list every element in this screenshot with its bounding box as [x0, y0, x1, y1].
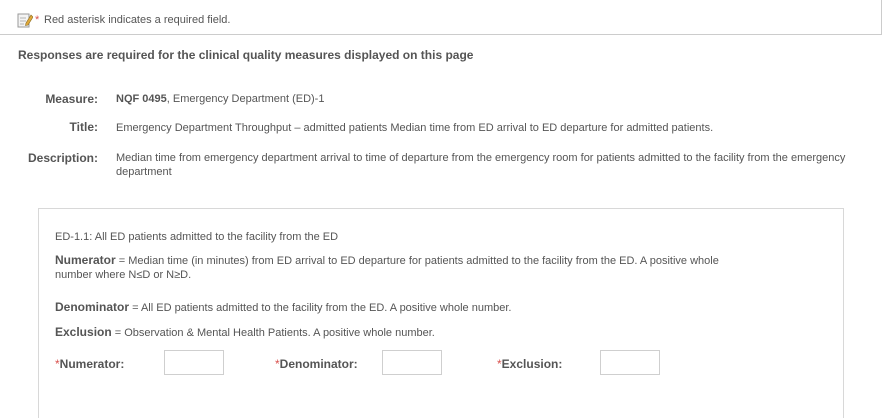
denominator-term: Denominator	[55, 300, 130, 314]
measure-label: Measure:	[45, 92, 98, 106]
denominator-definition: Denominator = All ED patients admitted t…	[55, 300, 511, 315]
numerator-field-text: Numerator:	[59, 357, 125, 371]
edit-note-icon	[17, 12, 34, 28]
exclusion-field-label: *Exclusion:	[497, 357, 562, 371]
denominator-field-text: Denominator:	[279, 357, 358, 371]
denominator-input[interactable]	[382, 350, 442, 375]
cqm-form-page: * Red asterisk indicates a required fiel…	[0, 0, 883, 418]
measure-entry-panel: ED-1.1: All ED patients admitted to the …	[38, 208, 844, 418]
measure-rest: , Emergency Department (ED)-1	[166, 93, 325, 105]
exclusion-text: = Observation & Mental Health Patients. …	[111, 327, 435, 339]
required-notice-text: Red asterisk indicates a required field.	[44, 14, 231, 26]
numerator-text: = Median time (in minutes) from ED arriv…	[55, 255, 719, 281]
description-value: Median time from emergency department ar…	[116, 152, 846, 178]
description-label: Description:	[27, 151, 98, 165]
numerator-field-label: *Numerator:	[55, 357, 124, 371]
exclusion-field-text: Exclusion:	[501, 357, 563, 371]
numerator-definition: Numerator = Median time (in minutes) fro…	[55, 253, 755, 282]
panel-intro: ED-1.1: All ED patients admitted to the …	[55, 231, 339, 243]
exclusion-term: Exclusion	[55, 325, 112, 339]
denominator-text: = All ED patients admitted to the facili…	[129, 302, 512, 314]
exclusion-definition: Exclusion = Observation & Mental Health …	[55, 325, 435, 340]
measure-value: NQF 0495, Emergency Department (ED)-1	[116, 92, 324, 106]
exclusion-input[interactable]	[600, 350, 660, 375]
numerator-input[interactable]	[164, 350, 224, 375]
required-field-notice: * Red asterisk indicates a required fiel…	[0, 0, 882, 35]
measure-code: NQF 0495	[116, 93, 167, 105]
title-value: Emergency Department Throughput – admitt…	[116, 122, 714, 134]
denominator-field-label: *Denominator:	[275, 357, 358, 371]
required-asterisk: *	[35, 14, 40, 26]
title-label: Title:	[69, 120, 98, 134]
page-heading: Responses are required for the clinical …	[18, 48, 474, 62]
numerator-term: Numerator	[55, 253, 116, 267]
